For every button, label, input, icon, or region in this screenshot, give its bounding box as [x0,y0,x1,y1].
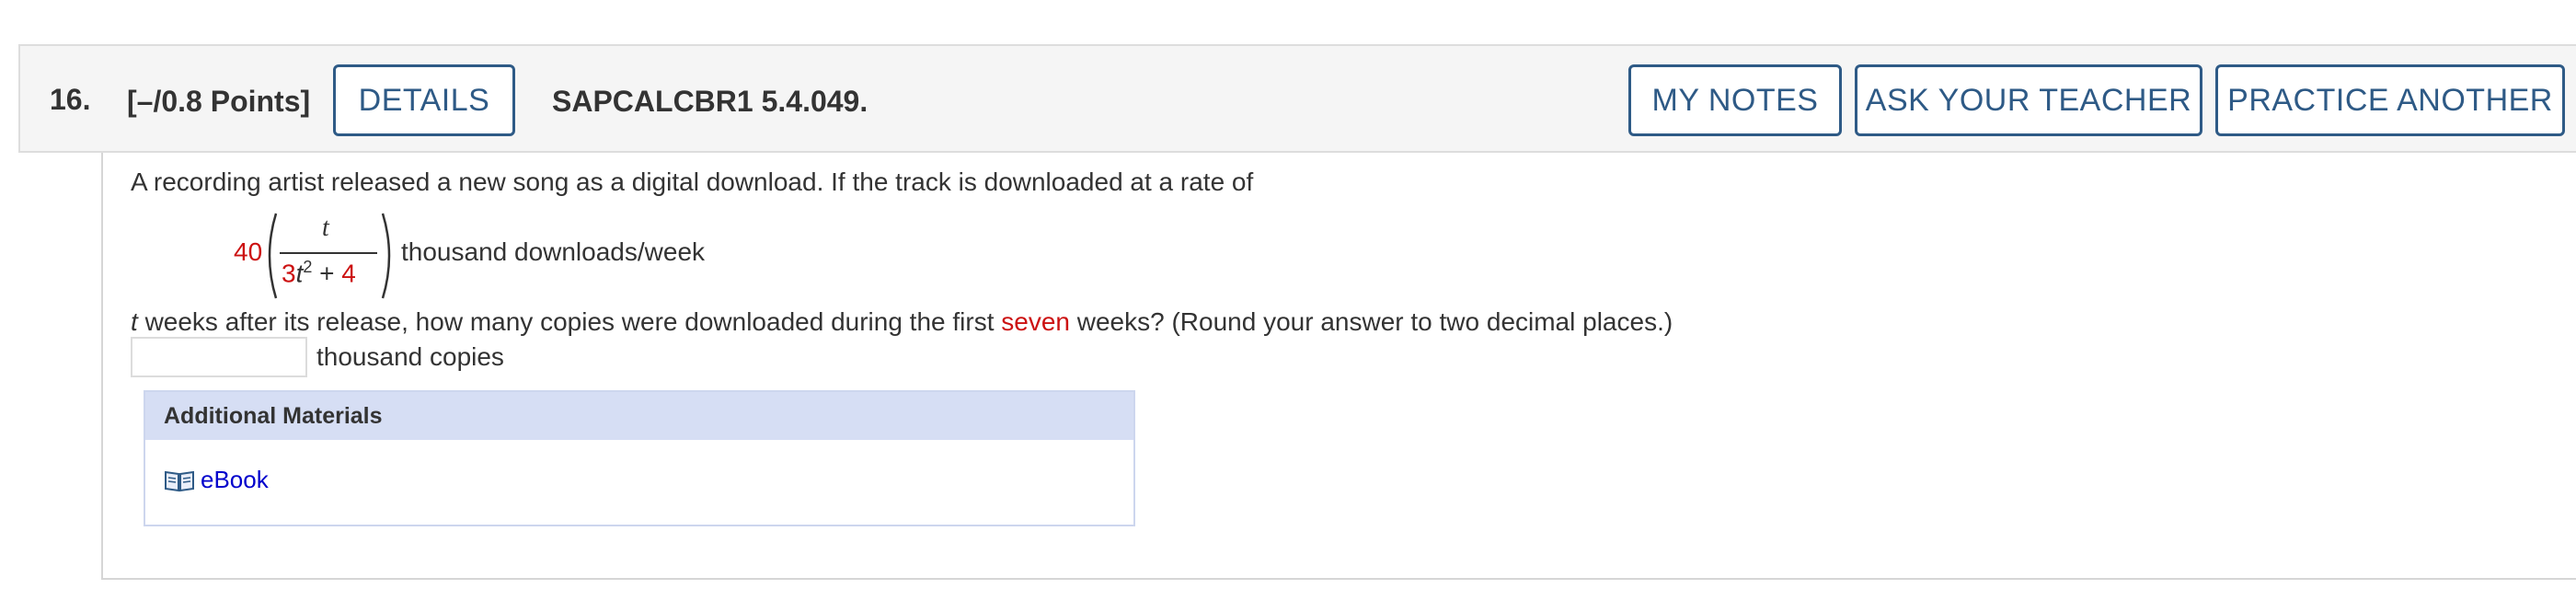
question-code: SAPCALCBR1 5.4.049. [552,85,868,118]
additional-materials-title: Additional Materials [145,392,1133,440]
ebook-label[interactable]: eBook [201,466,269,494]
ebook-link[interactable]: eBook [164,466,269,494]
points-label: [–/0.8 Points] [127,85,311,118]
additional-materials-panel: Additional Materials eBook [144,390,1135,526]
question-line-2-before: weeks after its release, how many copies… [144,307,995,336]
answer-input[interactable] [131,337,307,377]
left-paren [268,213,278,299]
my-notes-button[interactable]: MY NOTES [1628,64,1842,136]
rate-units: thousand downloads/week [401,237,706,266]
ask-your-teacher-button[interactable]: ASK YOUR TEACHER [1855,64,2202,136]
question-line-2: t weeks after its release, how many copi… [131,307,1673,337]
rate-formula: 40 t 3t2 + 4 thousand downloads/week [234,210,878,302]
denominator-plus: + [319,259,335,288]
fraction-bar [280,252,377,254]
book-icon [165,470,194,491]
question-number: 16. [50,83,91,116]
rate-denominator: 3t2 + 4 [282,258,356,288]
denominator-exponent: 2 [303,258,313,276]
time-variable: t [131,307,138,336]
question-intro: A recording artist released a new song a… [131,167,1254,196]
rate-coefficient: 40 [234,237,263,266]
answer-units: thousand copies [316,342,504,371]
question-header: 16. [–/0.8 Points] DETAILS SAPCALCBR1 5.… [18,44,2576,153]
practice-another-button[interactable]: PRACTICE ANOTHER [2215,64,2565,136]
question-line-2-after: weeks? (Round your answer to two decimal… [1076,307,1673,336]
denominator-coefficient: 3 [282,259,296,288]
highlighted-value: seven [1001,307,1070,336]
question-body: A recording artist released a new song a… [101,153,2576,580]
right-paren [381,213,391,299]
rate-numerator: t [322,214,329,242]
denominator-constant: 4 [341,259,356,288]
details-button[interactable]: DETAILS [333,64,515,136]
